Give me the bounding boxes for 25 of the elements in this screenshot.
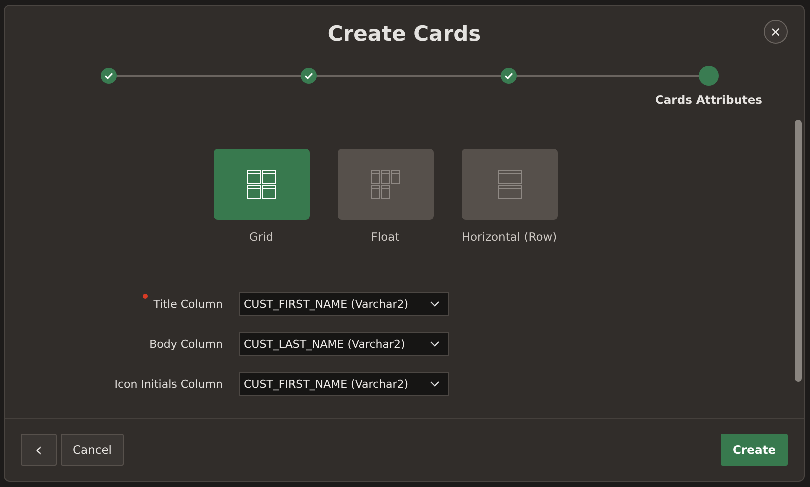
field-label: Icon Initials Column (114, 378, 223, 390)
layout-option[interactable] (214, 149, 310, 220)
chevron-down-icon (430, 341, 440, 347)
column-select[interactable]: CUST_LAST_NAME (Varchar2) (239, 332, 449, 356)
field-label: Body Column (150, 338, 223, 350)
column-select[interactable]: CUST_FIRST_NAME (Varchar2) (239, 372, 449, 396)
column-select[interactable]: CUST_FIRST_NAME (Varchar2) (239, 292, 449, 316)
layout-label: Float (371, 230, 400, 244)
layout-label: Horizontal (Row) (462, 230, 558, 244)
layout-option[interactable] (338, 149, 434, 220)
close-button[interactable]: ✕ (764, 20, 788, 44)
layout-option[interactable] (462, 149, 558, 220)
grid-layout-icon (247, 170, 276, 199)
float-layout-icon (371, 170, 400, 199)
cancel-button[interactable]: Cancel (61, 434, 124, 466)
create-button[interactable]: Create (721, 434, 788, 466)
step-label: Cards Attributes (655, 93, 763, 107)
layout-label: Grid (249, 230, 274, 244)
rows-layout-icon (498, 170, 522, 199)
back-button[interactable]: ‹ (21, 434, 57, 466)
dialog-title: Create Cards (328, 21, 482, 46)
chevron-down-icon (430, 301, 440, 307)
field-label: Title Column (154, 298, 223, 310)
chevron-down-icon (430, 381, 440, 387)
scrollbar[interactable] (795, 120, 802, 382)
